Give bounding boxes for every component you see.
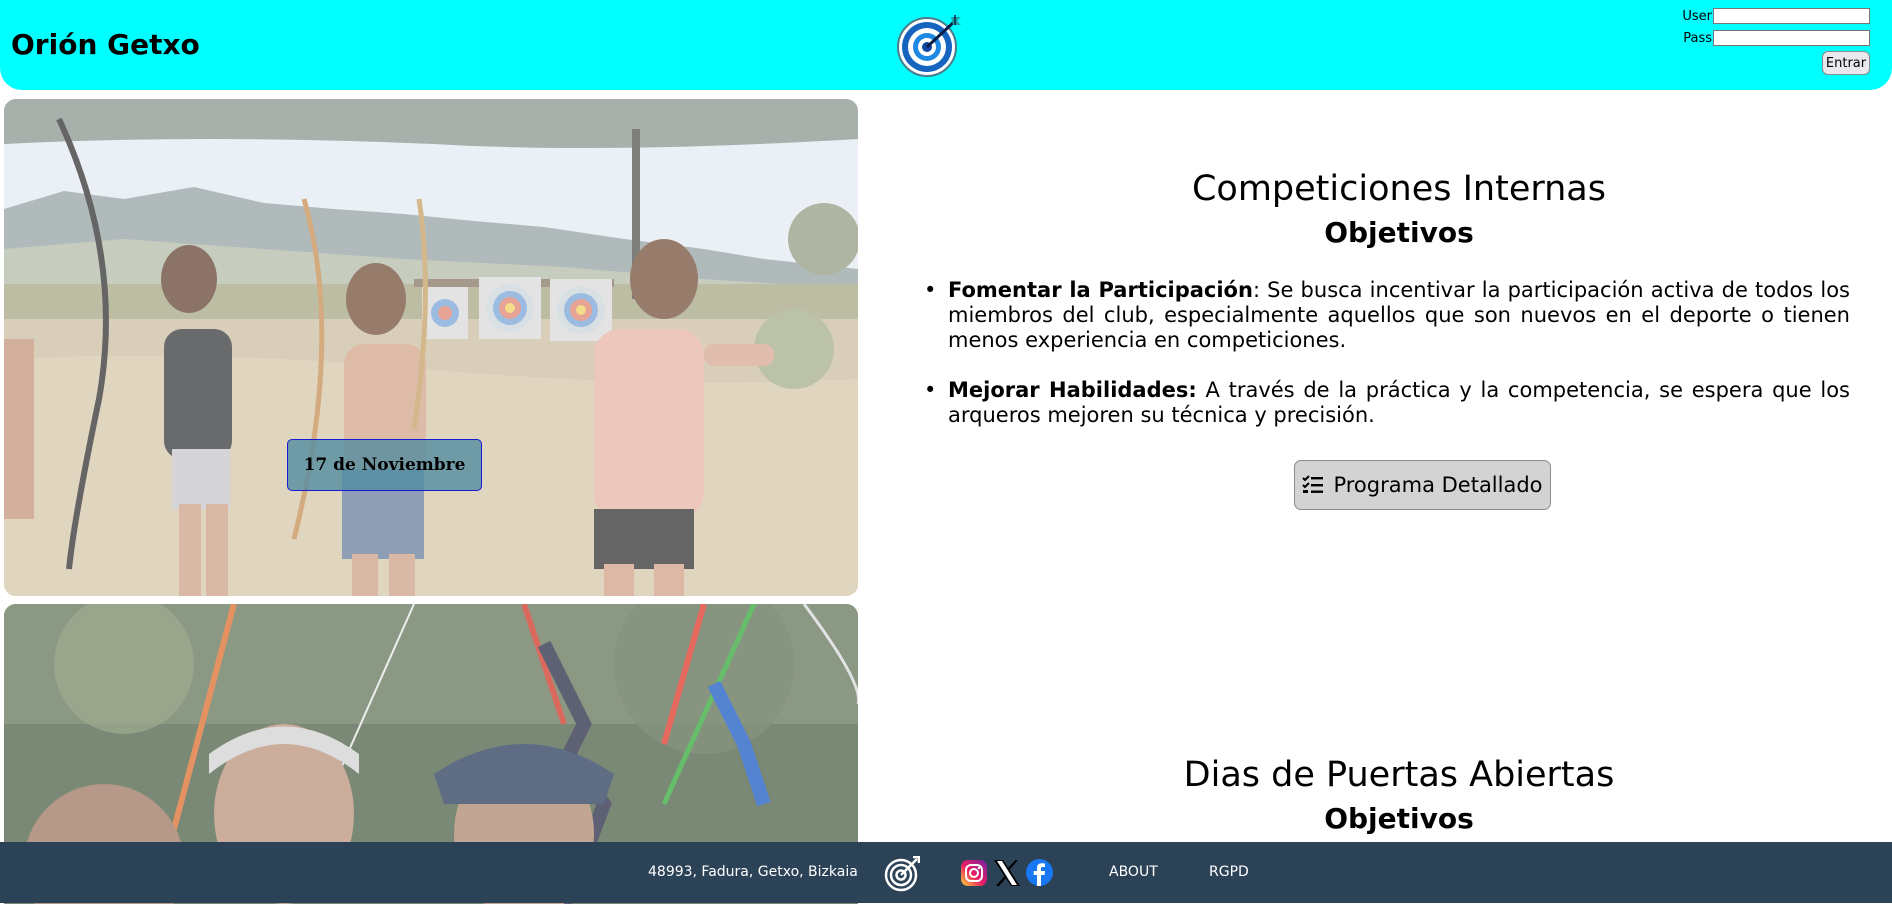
girls-archery-practice-photo (4, 99, 858, 596)
section-title: Dias de Puertas Abiertas (1183, 755, 1615, 795)
detailed-program-button[interactable]: Programa Detallado (1294, 460, 1551, 510)
list-item: • Mejorar Habilidades: A través de la prá… (924, 378, 1850, 428)
objectives-list: • Fomentar la Participación: Se busca inc… (924, 278, 1850, 428)
section-subtitle: Objetivos (1324, 802, 1474, 835)
user-input[interactable] (1713, 8, 1870, 24)
archery-target-icon[interactable] (895, 11, 963, 77)
pass-label: Pass (1683, 30, 1712, 46)
facebook-icon[interactable] (1025, 858, 1054, 887)
list-item: • Fomentar la Participación: Se busca inc… (924, 278, 1850, 353)
login-form: User Pass Entrar (1670, 6, 1870, 76)
checklist-icon (1302, 475, 1324, 493)
pass-row: Pass (1683, 29, 1870, 47)
bullet-icon: • (924, 378, 937, 402)
section-title: Competiciones Internas (1191, 169, 1606, 209)
item-title: Mejorar Habilidades: (948, 378, 1197, 402)
login-button[interactable]: Entrar (1822, 51, 1870, 75)
detailed-program-label: Programa Detallado (1333, 473, 1543, 497)
instagram-icon[interactable] (960, 859, 988, 887)
user-label: User (1682, 8, 1712, 24)
target-logo-icon[interactable] (884, 856, 920, 892)
event-card-competiciones[interactable]: 17 de Noviembre (4, 99, 858, 596)
site-footer: 48993, Fadura, Getxo, Bizkaia ABOUT RGPD (0, 842, 1892, 903)
footer-rgpd-link[interactable]: RGPD (1209, 864, 1249, 880)
item-title: Fomentar la Participación (948, 278, 1253, 302)
pass-input[interactable] (1713, 30, 1870, 46)
section-subtitle: Objetivos (1324, 216, 1474, 249)
footer-address: 48993, Fadura, Getxo, Bizkaia (648, 864, 858, 880)
site-header: Orión Getxo User Pass Entrar (0, 0, 1892, 90)
site-brand[interactable]: Orión Getxo (11, 28, 200, 62)
x-icon[interactable] (992, 858, 1022, 888)
event-date-badge: 17 de Noviembre (287, 439, 482, 491)
user-row: User (1682, 7, 1870, 25)
footer-about-link[interactable]: ABOUT (1109, 864, 1158, 880)
section-competiciones: Competiciones Internas Objetivos • Foment… (924, 168, 1850, 428)
section-puertas-abiertas: Dias de Puertas Abiertas Objetivos (948, 754, 1850, 836)
bullet-icon: • (924, 278, 937, 302)
